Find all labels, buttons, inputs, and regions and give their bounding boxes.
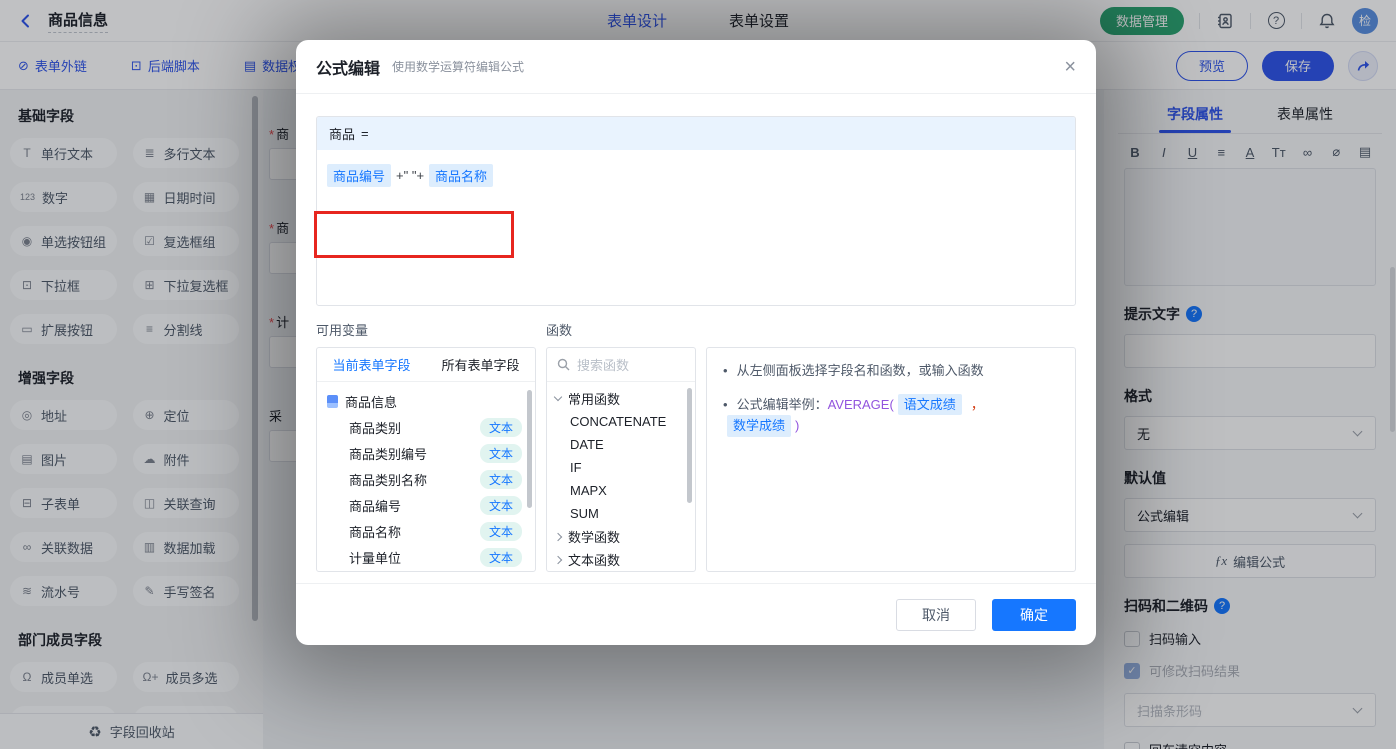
type-badge: 文本: [479, 469, 522, 489]
example-field-chip: 语文成绩: [897, 393, 962, 415]
variable-item[interactable]: 商品类别名称 文本: [317, 466, 535, 492]
function-item[interactable]: MAPX: [547, 479, 695, 502]
variable-item[interactable]: 商品类别 文本: [317, 414, 535, 440]
chevron-right-icon: [553, 555, 563, 564]
type-badge: 文本: [479, 521, 522, 541]
example-function-open: AVERAGE(: [827, 396, 894, 412]
search-placeholder: 搜索函数: [577, 358, 630, 373]
example-field-chip: 数学成绩: [727, 415, 792, 437]
variables-panel: 当前表单字段 所有表单字段 商品信息 商品类别 文本 商品类别编号 文本 商品类别名…: [316, 347, 536, 572]
modal-subtitle: 使用数学运算符编辑公式: [392, 60, 525, 74]
tab-current-form-fields[interactable]: 当前表单字段: [332, 355, 410, 374]
function-item[interactable]: SUM: [547, 502, 695, 525]
function-group[interactable]: 数学函数: [547, 525, 695, 548]
variable-root[interactable]: 商品信息: [317, 388, 535, 414]
function-item[interactable]: DATE: [547, 433, 695, 456]
chevron-down-icon: [553, 392, 563, 402]
function-search[interactable]: 搜索函数: [547, 348, 695, 382]
example-function-close: ): [795, 418, 800, 433]
variable-item[interactable]: 计量单位 文本: [317, 544, 535, 570]
function-group[interactable]: 常用函数: [547, 387, 695, 410]
variable-item[interactable]: 商品名称 文本: [317, 518, 535, 544]
variables-label: 可用变量: [316, 323, 369, 338]
formula-token-field[interactable]: 商品编号: [327, 164, 392, 187]
tab-all-form-fields[interactable]: 所有表单字段: [441, 355, 519, 374]
modal-title: 公式编辑: [316, 60, 381, 78]
app-window: 商品信息 表单设计 表单设置 数据管理 ? 检 ⊘ 表单外链 ⊡ 后端脚本 ▤ …: [0, 0, 1396, 749]
type-badge: 文本: [479, 417, 522, 437]
chevron-right-icon: [553, 532, 563, 541]
function-item[interactable]: CONCATENATE: [547, 410, 695, 433]
formula-operator: +" "+: [396, 168, 425, 183]
type-badge: 文本: [479, 547, 522, 567]
functions-panel: 搜索函数 常用函数 CONCATENATE DATE IF MAPX SUM 数…: [546, 347, 696, 572]
cancel-button[interactable]: 取消: [896, 598, 976, 631]
variable-item[interactable]: 商品编号 文本: [317, 492, 535, 518]
document-icon: [327, 394, 338, 408]
type-badge: 文本: [479, 495, 522, 515]
formula-token-field[interactable]: 商品名称: [429, 164, 494, 187]
help-panel: • 从左侧面板选择字段名和函数，或输入函数 • 公式编辑举例： AVERAGE(…: [706, 347, 1076, 572]
formula-target: 商品: [329, 127, 356, 142]
formula-editor[interactable]: 商品 = 商品编号 +" "+ 商品名称: [316, 116, 1076, 306]
help-line-2: • 公式编辑举例： AVERAGE( 语文成绩 ， 数学成绩 ): [723, 393, 1059, 437]
help-line-1: • 从左侧面板选择字段名和函数，或输入函数: [723, 363, 984, 378]
functions-label: 函数: [546, 323, 573, 338]
example-comma: ，: [970, 396, 984, 412]
function-item[interactable]: IF: [547, 456, 695, 479]
formula-edit-modal: 公式编辑 使用数学运算符编辑公式 × 商品 = 商品编号 +" "+ 商品名称 …: [296, 40, 1096, 645]
search-icon: [557, 358, 570, 371]
close-icon[interactable]: ×: [1064, 57, 1076, 77]
variables-scrollbar[interactable]: [527, 390, 532, 508]
confirm-button[interactable]: 确定: [992, 598, 1076, 631]
functions-scrollbar[interactable]: [687, 388, 692, 503]
type-badge: 文本: [479, 443, 522, 463]
function-group[interactable]: 文本函数: [547, 548, 695, 571]
formula-expression[interactable]: 商品编号 +" "+ 商品名称: [317, 150, 1075, 201]
variable-item[interactable]: 商品类别编号 文本: [317, 440, 535, 466]
formula-equals: =: [361, 126, 369, 141]
